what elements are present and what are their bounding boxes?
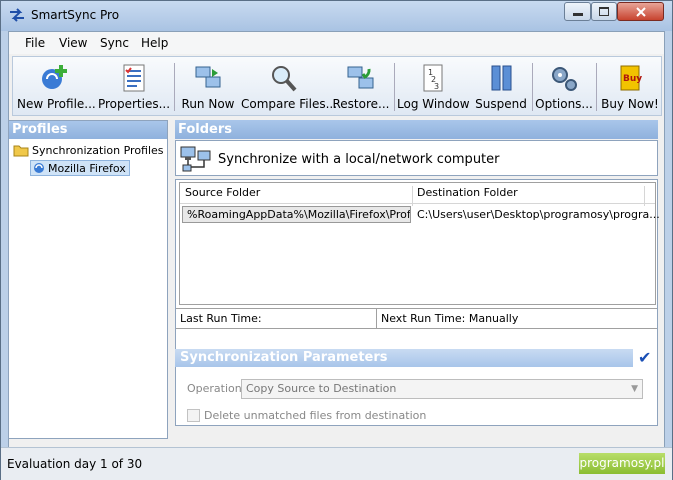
profiles-header: Profiles bbox=[9, 121, 167, 139]
toolbar-separator bbox=[394, 63, 395, 111]
options-label: Options... bbox=[535, 97, 593, 111]
chevron-down-icon: ▼ bbox=[631, 384, 638, 394]
column-divider bbox=[412, 186, 413, 206]
run-time-row: Last Run Time: Next Run Time: Manually bbox=[176, 308, 657, 329]
log-window-label: Log Window bbox=[397, 97, 470, 111]
watermark-badge: programosy.pl bbox=[579, 453, 665, 474]
buy-now-label: Buy Now! bbox=[601, 97, 659, 111]
suspend-button[interactable]: Suspend bbox=[473, 59, 529, 113]
status-bar: Evaluation day 1 of 30 programosy.pl bbox=[1, 447, 672, 480]
log-window-button[interactable]: 1 2 3 Log Window bbox=[397, 59, 470, 113]
menu-bar: File View Sync Help bbox=[9, 32, 664, 54]
col-destination-folder[interactable]: Destination Folder bbox=[417, 186, 518, 199]
folders-panel: Folders Synchronize with a local/network… bbox=[175, 120, 660, 443]
col-source-folder[interactable]: Source Folder bbox=[185, 186, 260, 199]
source-folder-path: %RoamingAppData%\Mozilla\Firefox\Prof... bbox=[187, 208, 411, 221]
buy-icon: Buy bbox=[620, 65, 642, 91]
maximize-icon bbox=[599, 7, 609, 16]
run-now-label: Run Now bbox=[181, 97, 235, 111]
toolbar-separator bbox=[532, 63, 533, 111]
last-run-time: Last Run Time: bbox=[180, 312, 262, 325]
sync-type-bar: Synchronize with a local/network compute… bbox=[175, 140, 658, 176]
menu-help[interactable]: Help bbox=[141, 36, 168, 50]
tree-root-label: Synchronization Profiles bbox=[32, 144, 164, 157]
restore-label: Restore... bbox=[332, 97, 390, 111]
close-button[interactable] bbox=[617, 2, 664, 21]
window-title: SmartSync Pro bbox=[31, 8, 120, 22]
sync-parameters-header: Synchronization Parameters bbox=[175, 349, 633, 367]
delete-unmatched-checkbox[interactable] bbox=[187, 409, 200, 422]
new-profile-button[interactable]: New Profile... bbox=[17, 59, 96, 113]
suspend-label: Suspend bbox=[475, 97, 527, 111]
next-run-time: Next Run Time: Manually bbox=[381, 312, 519, 325]
column-divider bbox=[644, 186, 645, 206]
suspend-icon bbox=[491, 65, 512, 91]
run-now-button[interactable]: Run Now bbox=[178, 59, 238, 113]
minimize-button[interactable] bbox=[564, 2, 591, 21]
source-folder-cell[interactable]: %RoamingAppData%\Mozilla\Firefox\Prof... bbox=[182, 206, 411, 223]
run-now-icon bbox=[195, 66, 221, 88]
sync-app-icon bbox=[10, 8, 24, 22]
menu-view[interactable]: View bbox=[59, 36, 87, 50]
maximize-button[interactable] bbox=[591, 2, 617, 21]
folders-header: Folders bbox=[175, 120, 658, 139]
compare-files-icon bbox=[272, 66, 297, 92]
properties-button[interactable]: Properties... bbox=[97, 59, 171, 113]
table-header: Source Folder Destination Folder bbox=[180, 183, 655, 206]
compare-files-label: Compare Files... bbox=[241, 97, 338, 111]
network-computer-icon bbox=[180, 146, 211, 172]
operation-select[interactable]: Copy Source to Destination ▼ bbox=[241, 379, 643, 399]
tree-item-label: Mozilla Firefox bbox=[48, 161, 126, 175]
new-profile-label: New Profile... bbox=[17, 97, 96, 111]
options-button[interactable]: Options... bbox=[535, 59, 593, 113]
properties-label: Properties... bbox=[97, 97, 171, 111]
restore-icon bbox=[347, 66, 374, 89]
tree-item-mozilla-firefox[interactable]: Mozilla Firefox bbox=[30, 160, 130, 176]
folders-table[interactable]: Source Folder Destination Folder %Roamin… bbox=[179, 182, 660, 305]
checkmark-icon[interactable]: ✔ bbox=[638, 348, 651, 367]
menu-file[interactable]: File bbox=[25, 36, 45, 50]
menu-sync[interactable]: Sync bbox=[100, 36, 129, 50]
toolbar-separator bbox=[174, 63, 175, 111]
sync-type-label: Synchronize with a local/network compute… bbox=[218, 152, 500, 167]
options-icon bbox=[552, 67, 577, 91]
compare-files-button[interactable]: Compare Files... bbox=[241, 59, 338, 113]
toolbar: New Profile... Properties... Run Now Com… bbox=[12, 56, 662, 116]
buy-now-button[interactable]: Buy Buy Now! bbox=[599, 59, 661, 113]
table-row[interactable]: %RoamingAppData%\Mozilla\Firefox\Prof...… bbox=[180, 205, 660, 225]
title-bar[interactable]: SmartSync Pro bbox=[1, 1, 672, 31]
operation-label: Operation bbox=[187, 382, 242, 395]
tree-root-profiles[interactable]: Synchronization Profiles bbox=[13, 144, 164, 157]
delete-unmatched-label: Delete unmatched files from destination bbox=[204, 409, 427, 422]
svg-text:3: 3 bbox=[434, 82, 439, 91]
run-time-divider bbox=[376, 309, 377, 328]
new-profile-icon bbox=[42, 65, 67, 89]
restore-button[interactable]: Restore... bbox=[331, 59, 391, 113]
close-icon bbox=[635, 6, 646, 17]
operation-value: Copy Source to Destination bbox=[246, 382, 397, 395]
svg-text:Buy: Buy bbox=[623, 74, 642, 84]
profiles-panel: Profiles Synchronization Profiles Mozill… bbox=[8, 120, 168, 439]
folder-icon bbox=[13, 145, 29, 157]
log-window-icon: 1 2 3 bbox=[423, 64, 443, 92]
minimize-icon bbox=[572, 12, 583, 16]
app-window: SmartSync Pro File View Sync Help New Pr… bbox=[0, 0, 673, 480]
evaluation-status: Evaluation day 1 of 30 bbox=[7, 457, 143, 471]
sync-profile-icon bbox=[34, 163, 44, 173]
properties-icon bbox=[123, 64, 145, 92]
toolbar-separator bbox=[596, 63, 597, 111]
destination-folder-cell[interactable]: C:\Users\user\Desktop\programosy\progra.… bbox=[417, 208, 660, 221]
